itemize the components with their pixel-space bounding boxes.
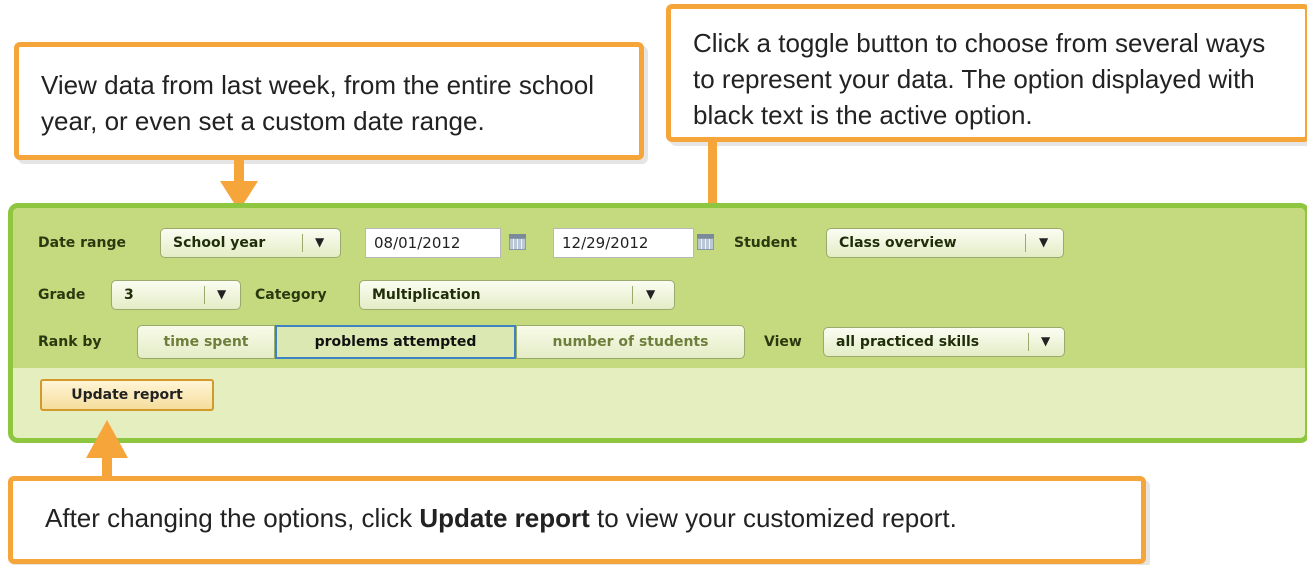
toggle-number-of-students[interactable]: number of students [516,325,745,359]
callout-update-prefix: After changing the options, click [45,503,420,533]
row-grade-category: Grade 3 ▼ Category Multiplication ▼ [13,278,1305,312]
chevron-down-icon: ▼ [1041,334,1051,348]
report-options-panel: Date range School year ▼ 08/01/2012 12/2… [8,203,1307,443]
callout-update-report: After changing the options, click Update… [8,476,1146,564]
callout-update-suffix: to view your customized report. [589,503,957,533]
callout-toggle: Click a toggle button to choose from sev… [666,4,1307,142]
arrow-update-head [86,420,128,458]
toggle-time-spent[interactable]: time spent [137,325,275,359]
callout-update-text: After changing the options, click Update… [45,500,957,536]
callout-update-bold: Update report [419,503,590,533]
chevron-down-icon: ▼ [646,287,656,301]
toggle-problems-attempted[interactable]: problems attempted [275,325,516,359]
grade-select[interactable]: 3 ▼ [111,280,241,310]
rank-by-label: Rank by [38,334,102,350]
update-report-button[interactable]: Update report [40,379,214,411]
chevron-down-icon: ▼ [315,235,325,249]
grade-label: Grade [38,287,86,303]
end-date-input[interactable]: 12/29/2012 [553,228,694,258]
student-label: Student [734,235,797,251]
callout-date-range-text: View data from last week, from the entir… [41,70,594,136]
student-value: Class overview [839,235,957,251]
calendar-icon[interactable] [697,234,714,250]
date-range-label: Date range [38,235,126,251]
view-label: View [764,334,802,350]
start-date-input[interactable]: 08/01/2012 [365,228,501,258]
date-range-value: School year [173,235,266,251]
date-range-select[interactable]: School year ▼ [160,228,341,258]
view-value: all practiced skills [836,334,980,350]
student-select[interactable]: Class overview ▼ [826,228,1064,258]
grade-value: 3 [124,287,134,303]
callout-date-range: View data from last week, from the entir… [14,42,644,160]
calendar-icon[interactable] [509,234,526,250]
category-value: Multiplication [372,287,481,303]
category-label: Category [255,287,327,303]
row-date-student: Date range School year ▼ 08/01/2012 12/2… [13,226,1305,260]
callout-toggle-text: Click a toggle button to choose from sev… [693,28,1266,130]
chevron-down-icon: ▼ [217,287,227,301]
row-rank-view: Rank by time spent problems attempted nu… [13,325,1305,359]
category-select[interactable]: Multiplication ▼ [359,280,675,310]
chevron-down-icon: ▼ [1039,235,1049,249]
view-select[interactable]: all practiced skills ▼ [823,327,1065,357]
